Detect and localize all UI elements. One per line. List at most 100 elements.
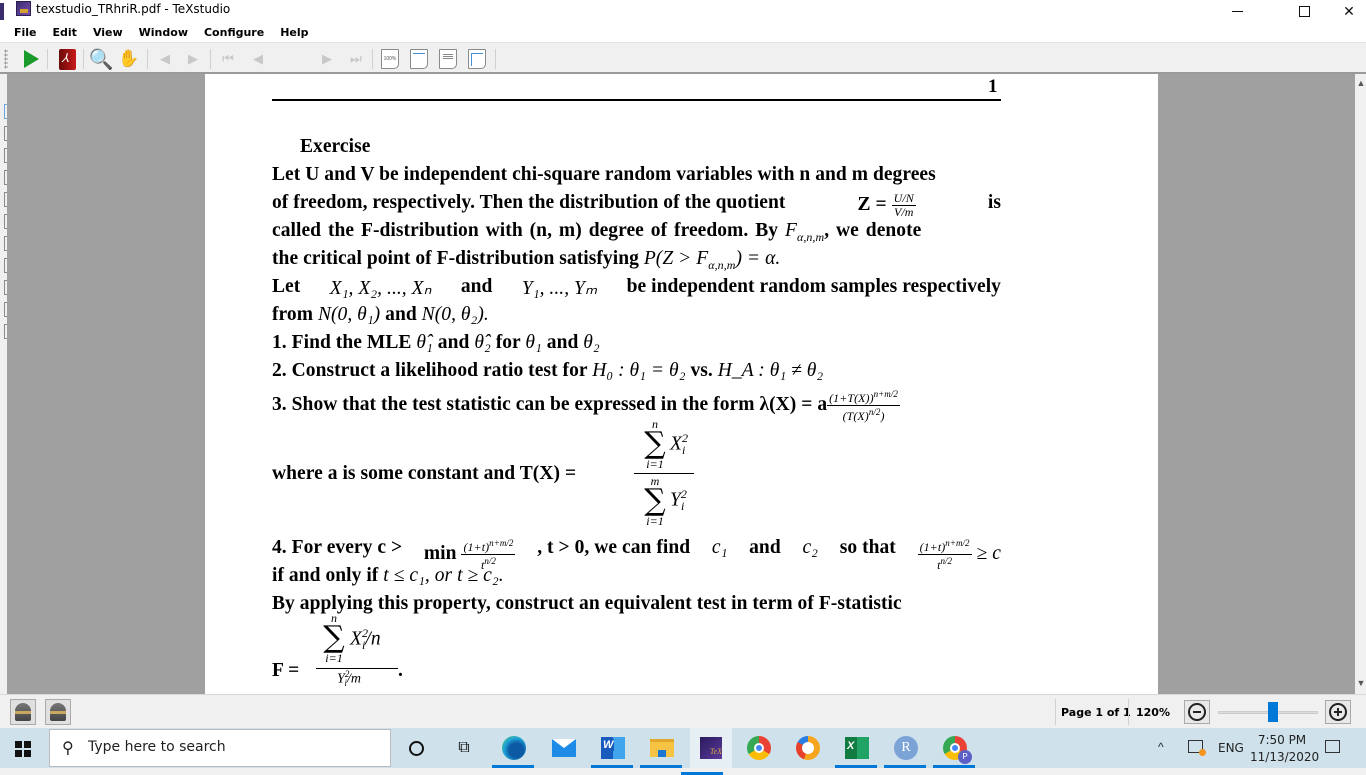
menu-view[interactable]: View: [93, 26, 123, 39]
clock[interactable]: 7:50 PM 11/13/2020: [1250, 732, 1319, 766]
text: the critical point of F-distribution sat…: [272, 248, 639, 269]
menu-window[interactable]: Window: [139, 26, 188, 39]
start-button[interactable]: [15, 741, 31, 757]
item-2: 2. Construct a likelihood ratio test for…: [272, 360, 1001, 382]
minimize-button[interactable]: [1214, 0, 1260, 22]
taskbar-app-mail[interactable]: [551, 735, 577, 761]
forward-button[interactable]: ▶: [184, 48, 202, 70]
scroll-lock-button[interactable]: [45, 699, 71, 725]
last-page-button[interactable]: ⏭: [346, 48, 366, 70]
menu-help[interactable]: Help: [280, 26, 308, 39]
math-normal-2: N(0, θ₂).: [421, 304, 489, 325]
pdf-page: 1 Exercise Let U and V be independent ch…: [205, 74, 1158, 694]
taskbar-app-chrome[interactable]: [746, 735, 772, 761]
num-exponent: n+m/2: [873, 389, 898, 399]
menu-configure[interactable]: Configure: [204, 26, 264, 39]
t-fraction-bar: [634, 473, 694, 474]
last-page-icon: ⏭: [350, 51, 362, 66]
header-rule: [272, 99, 1001, 101]
math-x-sample: X₁, X₂, ..., Xₙ: [329, 278, 432, 299]
fraction-numerator: (1+t)n+m/2: [917, 537, 972, 555]
para1-line1: Let U and V be independent chi-square ra…: [272, 164, 936, 185]
status-divider: [1128, 699, 1129, 725]
num-exponent: n+m/2: [489, 538, 514, 548]
scroll-down-icon[interactable]: ▼: [1356, 678, 1366, 690]
taskbar-app-edge[interactable]: [492, 735, 534, 768]
show-hidden-icons-button[interactable]: ^: [1158, 740, 1164, 754]
toolbar-grip-handle[interactable]: [4, 49, 8, 69]
next-page-button[interactable]: ▶: [318, 48, 336, 70]
lambda-fraction: (1+T(X))n+m/2 (T(X)n/2): [827, 388, 900, 423]
math-normal-1: N(0, θ₁): [317, 304, 381, 325]
taskbar-app-texstudio[interactable]: TeX: [681, 728, 732, 775]
menu-bar: File Edit View Window Configure Help: [0, 22, 1366, 42]
zoom-100-button[interactable]: 100%: [381, 49, 399, 69]
toolbar-separator: [495, 49, 496, 69]
text: from: [272, 304, 313, 325]
scroll-up-icon[interactable]: ▲: [1356, 78, 1366, 90]
notification-center-icon[interactable]: [1325, 740, 1340, 753]
taskbar-app-file-explorer[interactable]: [640, 735, 682, 768]
text: , we denote: [824, 220, 922, 241]
math: θ̂₂: [474, 332, 491, 353]
text: and: [385, 304, 417, 325]
heading-exercise: Exercise: [300, 136, 371, 157]
pdf-book-icon: [58, 48, 76, 70]
zoom-in-icon: [1329, 703, 1347, 721]
den-close: ): [880, 409, 885, 423]
zoom-out-button[interactable]: [1184, 700, 1210, 724]
taskbar-app-word[interactable]: [591, 735, 633, 768]
task-view-button[interactable]: ⧉: [451, 735, 477, 761]
previous-page-button[interactable]: ◀: [249, 48, 267, 70]
taskbar-app-excel[interactable]: [835, 735, 877, 768]
compile-button[interactable]: [20, 48, 42, 70]
close-button[interactable]: ✕: [1326, 0, 1366, 22]
zoom-level-dropdown[interactable]: 120%: [1136, 706, 1170, 719]
toolbar-separator: [47, 49, 48, 69]
toolbar-separator: [372, 49, 373, 69]
fit-width-button[interactable]: [410, 49, 428, 69]
apply-line: By applying this property, construct an …: [272, 593, 902, 614]
cortana-button[interactable]: [403, 735, 429, 761]
fit-page-button[interactable]: [468, 49, 486, 69]
math: θ̂₁: [416, 332, 433, 353]
mail-icon: [552, 739, 576, 757]
open-pdf-button[interactable]: [57, 48, 77, 70]
hand-tool-button[interactable]: ✋: [118, 48, 140, 70]
toolbar-separator: [83, 49, 84, 69]
sync-lock-button[interactable]: [10, 699, 36, 725]
menu-file[interactable]: File: [14, 26, 37, 39]
maximize-button[interactable]: [1281, 0, 1327, 22]
chrome-icon: [747, 736, 771, 760]
math-condition: t ≤ c₁, or t ≥ c₂.: [383, 565, 504, 586]
zoom-in-button[interactable]: [1325, 700, 1351, 724]
back-button[interactable]: ◀: [156, 48, 174, 70]
first-page-button[interactable]: ⏮: [218, 48, 238, 70]
item-1: 1. Find the MLE θ̂₁ and θ̂₂ for θ₁ and θ…: [272, 332, 1001, 354]
para2-line1: Let X₁, X₂, ..., Xₙ and Y₁, ..., Yₘ be i…: [272, 276, 1001, 300]
text: is: [987, 192, 1001, 213]
task-view-icon: ⧉: [458, 739, 470, 756]
fraction-denominator: (T(X)n/2): [827, 406, 900, 423]
idx: i: [682, 443, 686, 458]
taskbar-app-avast-browser[interactable]: [795, 735, 821, 761]
f-sum-block: n ∑ i=1: [317, 612, 351, 664]
pdf-viewport[interactable]: 1 Exercise Let U and V be independent ch…: [7, 74, 1355, 694]
network-icon[interactable]: [1188, 740, 1206, 756]
text: called the F-distribution with (n, m) de…: [272, 220, 779, 241]
menu-edit[interactable]: Edit: [53, 26, 77, 39]
vertical-scrollbar[interactable]: ▲ ▼: [1355, 74, 1366, 694]
taskbar-app-r[interactable]: R: [884, 735, 926, 768]
forward-arrow-icon: ▶: [188, 51, 198, 66]
zoom-slider-thumb[interactable]: [1268, 702, 1278, 722]
windows-logo-icon: [24, 741, 31, 748]
fit-text-width-button[interactable]: [439, 49, 457, 69]
taskbar-search-input[interactable]: [88, 739, 378, 755]
taskbar-app-chrome-profile[interactable]: P: [933, 735, 975, 768]
sigma-symbol: ∑: [644, 483, 666, 518]
language-indicator[interactable]: ENG: [1218, 741, 1244, 755]
math-alt-hypothesis: H_A : θ₁ ≠ θ₂: [717, 360, 824, 381]
magnifier-button[interactable]: 🔍: [89, 48, 114, 71]
taskbar-search[interactable]: ⚲: [49, 729, 391, 767]
text: of freedom, respectively. Then the distr…: [272, 192, 786, 213]
